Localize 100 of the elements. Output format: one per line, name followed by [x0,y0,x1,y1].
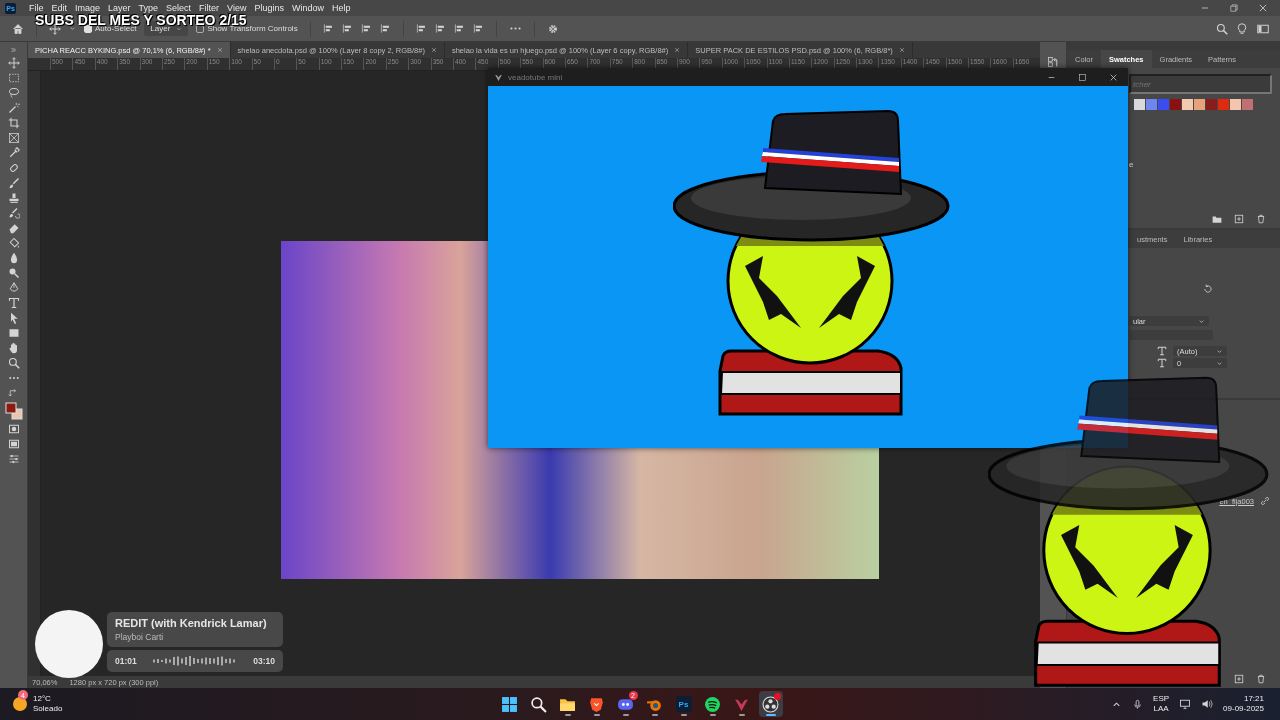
history-brush-icon[interactable] [7,207,20,219]
search-icon[interactable] [1216,22,1228,35]
eraser-icon[interactable] [7,222,20,234]
checkbox[interactable]: Show Transform Controls [196,24,298,33]
language[interactable]: ESP [1153,694,1170,704]
lightbulb-icon[interactable] [1236,22,1248,35]
deer-icon [494,72,503,82]
microphone-icon[interactable] [1132,698,1144,710]
align-icon[interactable] [434,23,446,34]
magic-wand-icon[interactable] [7,102,20,114]
screen-mode-icon[interactable] [7,438,20,450]
bandage-icon[interactable] [7,162,20,174]
app-logo: Ps [675,696,692,712]
align-icon[interactable] [341,23,353,34]
lasso-icon[interactable] [7,87,20,99]
menu-item[interactable]: View [223,3,251,13]
reset-icon[interactable] [1203,284,1213,294]
search-icon[interactable] [7,357,20,369]
sound-waves-icon [704,695,721,713]
clock-time[interactable]: 17:21 [1243,694,1264,704]
menu-item[interactable]: Select [162,3,196,13]
stamp-icon[interactable] [7,192,20,204]
menu-item[interactable]: Filter [195,3,224,13]
link-icon[interactable] [1260,496,1270,506]
crop-icon[interactable] [7,117,20,129]
marquee-icon[interactable] [7,72,20,84]
close-icon[interactable] [674,47,681,53]
menu-item[interactable]: Type [134,3,163,13]
brush-icon[interactable] [7,177,20,189]
keyboard-layout[interactable]: LAA [1153,704,1169,714]
menu-item[interactable]: Image [71,3,105,13]
restore-icon[interactable] [1229,3,1239,13]
menu-item[interactable]: File [25,3,48,13]
align-icon[interactable] [415,23,427,34]
color-swatch[interactable] [1158,99,1169,110]
color-swatch[interactable] [1230,99,1241,110]
align-icon[interactable] [453,23,465,34]
menu-item[interactable]: Help [328,3,355,13]
sun-icon[interactable] [12,696,28,712]
settings-icon[interactable] [546,22,559,35]
align-icon[interactable] [379,23,391,34]
close-icon[interactable] [898,47,905,53]
artist-name: Playboi Carti [115,632,165,642]
monitor-icon[interactable] [1179,698,1192,710]
song-title: REDIT (with Kendrick Lamar) [115,617,268,629]
align-icon[interactable] [360,23,372,34]
checkbox[interactable]: Auto-Select [84,24,137,33]
menu-item[interactable]: Window [288,3,328,13]
type-tool-icon[interactable] [7,297,20,309]
color-swatch[interactable] [1206,99,1217,110]
align-icon[interactable] [472,23,484,34]
font-size-field[interactable] [1129,330,1213,340]
align-icon[interactable] [322,23,334,34]
caret-icon [176,25,183,32]
maximize-icon[interactable] [1078,72,1087,82]
swatch-group-label[interactable]: e [1129,160,1272,169]
dodge-icon[interactable] [7,267,20,279]
quick-mask-icon[interactable] [7,423,20,435]
close-icon[interactable] [1258,3,1268,13]
menu-item[interactable]: Edit [47,3,72,13]
folder-icon[interactable] [1212,214,1222,224]
caret-icon[interactable] [69,25,76,32]
color-swatch[interactable] [1194,99,1205,110]
weather-condition: Soleado [33,704,63,714]
taskbar-app-button[interactable] [758,691,783,717]
foreground-background-colors-icon[interactable] [4,402,23,420]
new-swatch-icon[interactable] [1234,214,1244,224]
window-title: veadotube mini [508,72,563,82]
close-icon[interactable] [430,47,437,53]
sliders-icon[interactable] [7,453,20,465]
color-swatch[interactable] [1170,99,1181,110]
hand-icon[interactable] [7,342,20,354]
taskbar-app-button[interactable]: Ps [671,691,696,717]
menu-item[interactable]: Plugins [250,3,288,13]
trash-icon[interactable] [1256,214,1266,224]
pen-icon[interactable] [7,282,20,294]
history-icon[interactable] [1047,56,1059,68]
elapsed-time: 01:01 [115,656,137,666]
trash-icon[interactable] [1256,674,1266,684]
home-icon[interactable] [12,22,24,35]
color-swatch[interactable] [1242,99,1253,110]
tracking-icon [1157,358,1167,368]
color-swatch[interactable] [1146,99,1157,110]
color-swatch[interactable] [1182,99,1193,110]
caret-icon [1198,317,1205,325]
frame-icon[interactable] [7,132,20,144]
clock-date[interactable]: 09-09-2025 [1223,704,1264,714]
rectangle-icon[interactable] [7,327,20,339]
total-time: 03:10 [253,656,275,666]
menu-item[interactable]: Layer [104,3,135,13]
windows-icon [501,695,518,713]
speaker-icon[interactable] [1201,698,1214,710]
eyedropper-icon[interactable] [7,147,20,159]
close-icon[interactable] [1109,72,1118,82]
color-swatch[interactable] [1134,99,1145,110]
color-swatch[interactable] [1218,99,1229,110]
new-layer-icon[interactable] [1234,674,1244,684]
paint-bucket-icon[interactable] [7,237,20,249]
search-icon [530,695,547,713]
workspace-icon[interactable] [1256,22,1270,35]
